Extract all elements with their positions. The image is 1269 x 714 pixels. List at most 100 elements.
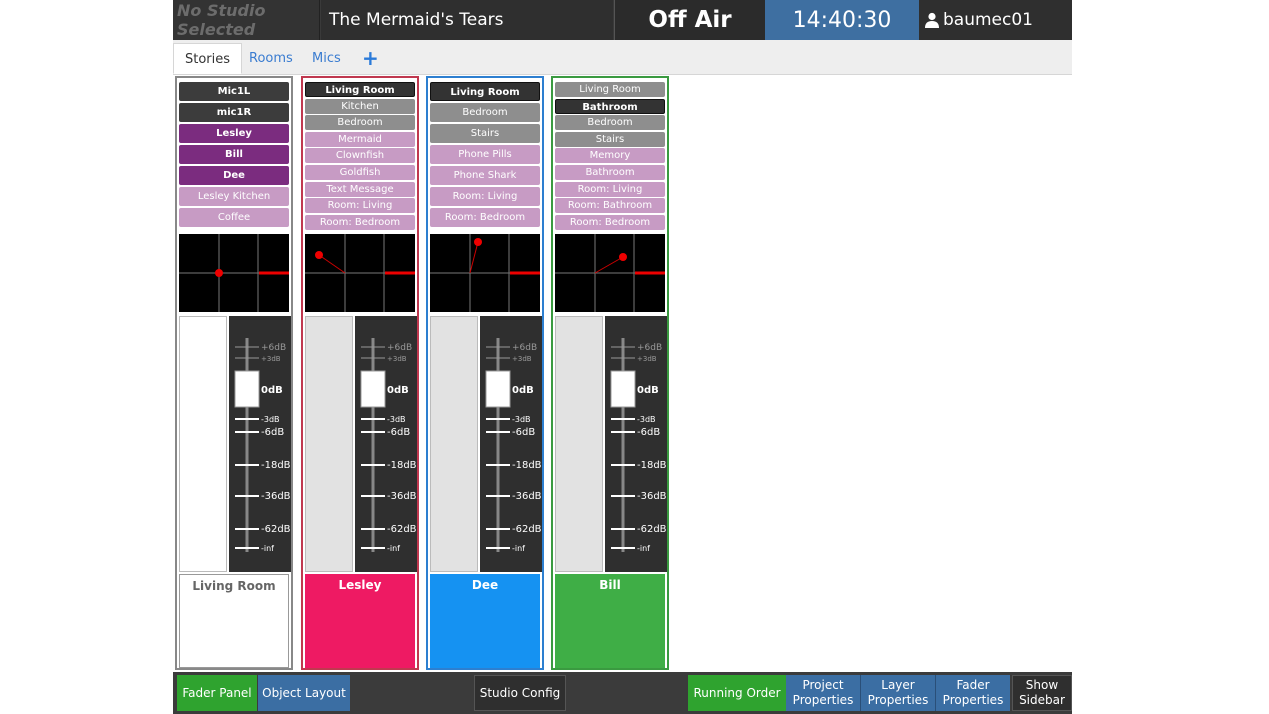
strip-assign-button[interactable]: Memory [555,148,665,164]
strip-assign-button[interactable]: Room: Living [555,181,665,197]
level-meter [430,316,478,572]
strip-assign-button[interactable]: Room: Bathroom [555,198,665,214]
fader-strip: Living Room Bathroom Bedroom Stairs Memory Ba… [551,76,669,670]
tab-stories[interactable]: Stories [173,43,243,74]
strip-assign-button[interactable]: Mic1L [179,82,289,101]
panner-display[interactable] [430,234,540,312]
fader-scale-label: 0dB [387,385,409,396]
fader-properties-button[interactable]: Fader Properties [935,675,1010,711]
fader-scale[interactable]: +6dB +3dB 0dB -3dB -6dB -18dB -36dB -62dB -inf [229,316,291,572]
fader-scale-label: +3dB [387,355,407,363]
fader-scale[interactable]: +6dB +3dB 0dB -3dB -6dB -18dB -36dB -62dB -inf [480,316,542,572]
fader-scale-label: -62dB [387,524,417,535]
fader-scale-label: -3dB [387,415,406,424]
studio-config-button[interactable]: Studio Config [474,675,566,711]
strip-assign-button[interactable]: Living Room [305,82,415,97]
strip-assign-button[interactable]: Stairs [555,131,665,147]
layer-properties-line1: Layer [881,678,915,692]
strip-assign-button[interactable]: Coffee [179,208,289,227]
strip-assign-button[interactable]: Living Room [555,82,665,97]
user-icon [925,12,939,28]
add-tab-button[interactable]: + [351,43,390,74]
fader-knob[interactable] [485,370,511,408]
strip-assign-button[interactable]: Phone Pills [430,145,540,164]
layer-properties-button[interactable]: Layer Properties [860,675,935,711]
strip-assign-button[interactable]: Room: Living [305,198,415,214]
strip-label[interactable]: Living Room [179,574,289,668]
strip-assign-button[interactable]: Bedroom [305,115,415,131]
fader-knob[interactable] [360,370,386,408]
fader-scale-label: -36dB [637,491,667,502]
strip-assign-button[interactable]: Dee [179,166,289,185]
fader-scale-label: -62dB [261,524,291,535]
strip-assign-button[interactable]: Bedroom [555,115,665,131]
strip-label[interactable]: Lesley [305,574,415,668]
fader-properties-line2: Properties [942,693,1004,707]
fader-scale-label: 0dB [637,385,659,396]
strip-assign-button[interactable]: Room: Bedroom [430,208,540,227]
fader: +6dB +3dB 0dB -3dB -6dB -18dB -36dB -62dB -inf [305,316,417,572]
fader-knob[interactable] [234,370,260,408]
strip-assign-button[interactable]: Room: Bedroom [305,214,415,230]
running-order-button[interactable]: Running Order [688,675,786,711]
strip-assign-button[interactable]: Living Room [430,82,540,101]
fader-scale-graphic: +6dB +3dB 0dB -3dB -6dB -18dB -36dB -62dB -inf [234,338,291,553]
fader-strip: Living Room Kitchen Bedroom Mermaid Clownfis… [301,76,419,670]
strip-assign-button[interactable]: Kitchen [305,98,415,114]
strip-assign-button[interactable]: Bathroom [555,165,665,180]
panner-display[interactable] [179,234,289,312]
project-properties-line1: Project [802,678,844,692]
show-sidebar-line2: Sidebar [1019,693,1065,707]
fader-knob[interactable] [610,370,636,408]
strip-assign-button[interactable]: mic1R [179,103,289,122]
fader-scale-label: -62dB [512,524,542,535]
level-meter [555,316,603,572]
strip-label[interactable]: Bill [555,574,665,668]
object-layout-button[interactable]: Object Layout [258,675,350,711]
fader-scale[interactable]: +6dB +3dB 0dB -3dB -6dB -18dB -36dB -62dB -inf [605,316,667,572]
strip-assign-button[interactable]: Phone Shark [430,166,540,185]
strip-assign-button[interactable]: Mermaid [305,131,415,147]
strip-assign-button[interactable]: Lesley Kitchen [179,187,289,206]
strip-assign-button[interactable]: Text Message [305,181,415,197]
tab-mics[interactable]: Mics [301,43,352,74]
tab-bar: Stories Rooms Mics + [173,40,1072,75]
fader-scale-label: -36dB [261,491,291,502]
show-sidebar-button[interactable]: Show Sidebar [1012,675,1072,711]
strip-assign-button[interactable]: Stairs [430,124,540,143]
fader-scale-label: +6dB [637,343,662,353]
fader-panel-button[interactable]: Fader Panel [177,675,257,711]
fader-scale-label: -18dB [512,460,542,471]
studio-selector[interactable]: No Studio Selected [173,0,320,40]
fader-scale-label: -62dB [637,524,667,535]
fader-scale-label: -6dB [512,427,535,438]
strip-assign-button[interactable]: Lesley [179,124,289,143]
top-bar: No Studio Selected The Mermaid's Tears O… [173,0,1072,40]
strip-assign-button[interactable]: Bedroom [430,103,540,122]
panner-display[interactable] [555,234,665,312]
fader-scale[interactable]: +6dB +3dB 0dB -3dB -6dB -18dB -36dB -62dB -inf [355,316,417,572]
strip-assign-button[interactable]: Bathroom [555,98,665,114]
fader-scale-label: +6dB [512,343,537,353]
fader-scale-label: -36dB [387,491,417,502]
panner-display[interactable] [305,234,415,312]
strip-assign-button[interactable]: Bill [179,145,289,164]
fader-scale-label: -inf [261,544,274,553]
strip-assign-button[interactable]: Clownfish [305,148,415,164]
fader-scale-label: +6dB [261,343,286,353]
tab-rooms[interactable]: Rooms [238,43,304,74]
project-properties-line2: Properties [792,693,854,707]
fader-scale-label: -3dB [261,415,280,424]
fader-scale-label: -inf [512,544,525,553]
level-meter [305,316,353,572]
fader: +6dB +3dB 0dB -3dB -6dB -18dB -36dB -62dB -inf [555,316,667,572]
strip-assign-button[interactable]: Room: Bedroom [555,214,665,230]
strip-assign-button[interactable]: Goldfish [305,165,415,180]
panner-graphic [430,234,540,312]
strip-assign-button[interactable]: Room: Living [430,187,540,206]
fader-scale-label: -6dB [637,427,660,438]
strip-label[interactable]: Dee [430,574,540,668]
panner-graphic [179,234,289,312]
project-properties-button[interactable]: Project Properties [786,675,860,711]
user-menu[interactable]: baumec01 [919,0,1072,40]
